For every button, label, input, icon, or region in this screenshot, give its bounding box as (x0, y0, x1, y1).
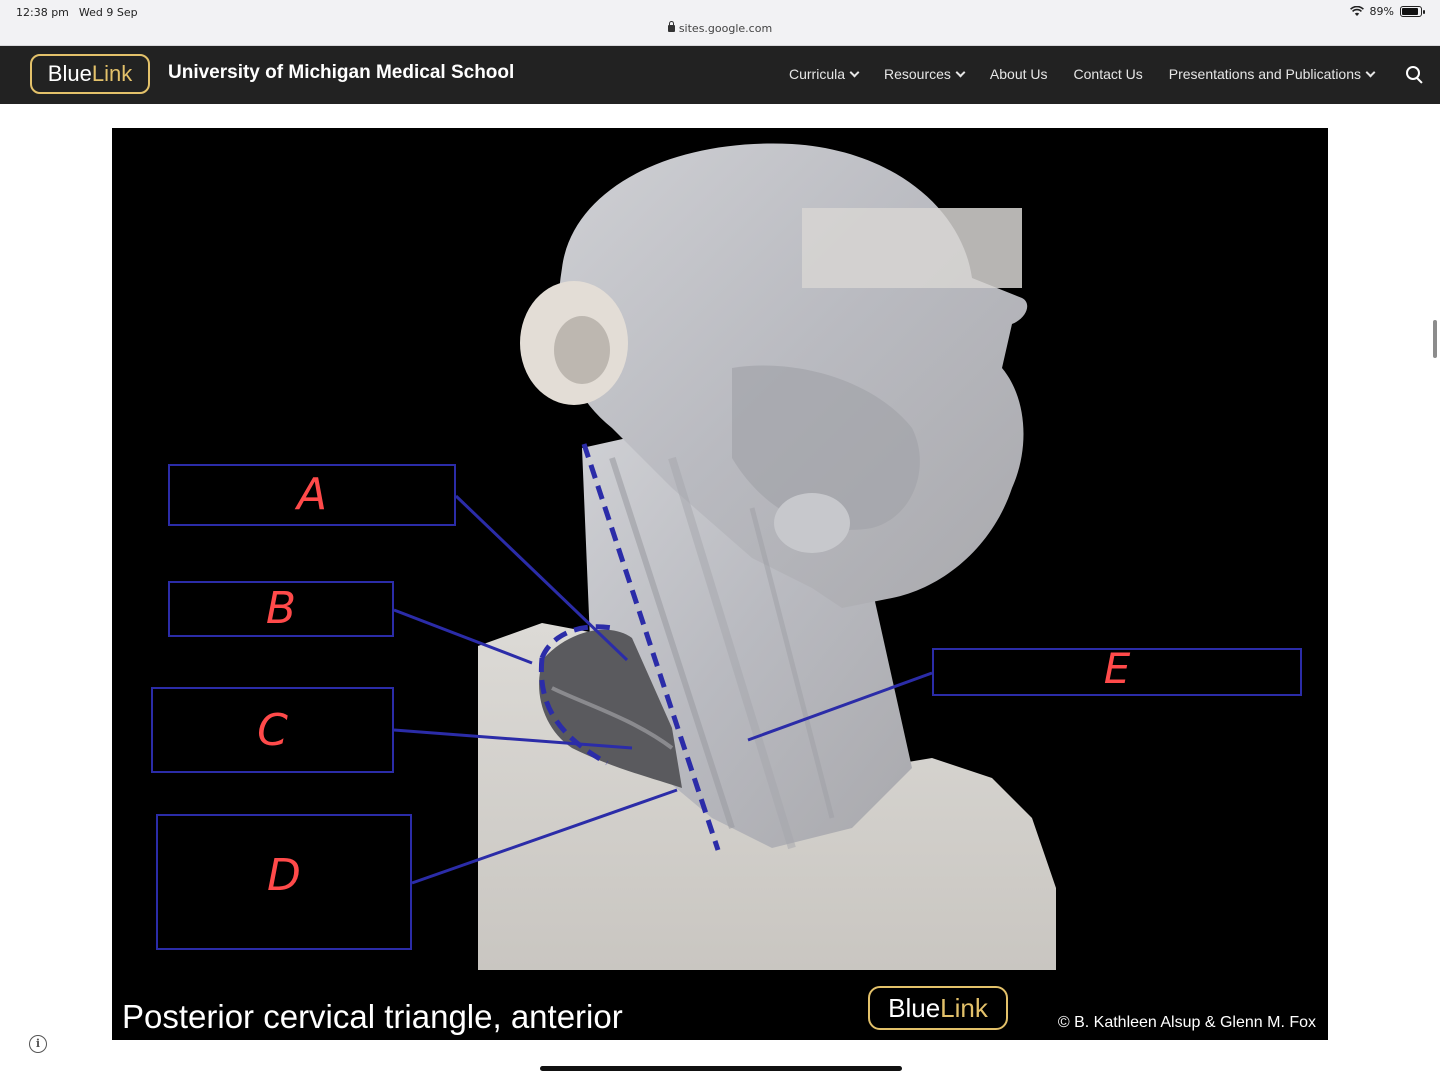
wifi-icon (1349, 6, 1364, 16)
nav-label: About Us (989, 66, 1048, 82)
nav-label: Contact Us (1073, 66, 1143, 82)
label-box-e[interactable]: E (932, 644, 1302, 696)
logo-text-blue: Blue (47, 61, 92, 86)
nav-item-resources[interactable]: Resources (884, 66, 966, 82)
status-date: Wed 9 Sep (78, 6, 138, 19)
copyright-credit: © B. Kathleen Alsup & Glenn M. Fox (1057, 1014, 1316, 1031)
battery-icon (1400, 6, 1425, 17)
label-box-d[interactable]: D (156, 814, 412, 950)
bluelink-watermark: Blue Link (868, 986, 1008, 1030)
chevron-down-icon (955, 67, 966, 77)
address-url: sites.google.com (678, 22, 773, 35)
nav-item-presentations[interactable]: Presentations and Publications (1168, 66, 1376, 82)
lock-icon (667, 21, 675, 32)
watermark-text-blue: Blue (888, 992, 941, 1023)
nav-item-curricula[interactable]: Curricula (788, 66, 860, 82)
label-box-c[interactable]: C (151, 687, 394, 773)
label-letter-a: A (296, 469, 328, 520)
nav-label: Curricula (788, 66, 845, 82)
label-box-a[interactable]: A (168, 464, 456, 526)
figure-caption: Posterior cervical triangle, anterior (122, 998, 623, 1035)
label-letter-e: E (1103, 644, 1131, 693)
address-bar[interactable]: sites.google.com (0, 21, 1440, 35)
nav-item-contact-us[interactable]: Contact Us (1074, 66, 1143, 82)
anatomy-figure: A B C D E Posterior cervical triangle, a… (112, 128, 1328, 1040)
logo-text-link: Link (91, 61, 133, 86)
nav-label: Presentations and Publications (1168, 66, 1361, 82)
home-indicator[interactable] (540, 1066, 902, 1071)
battery-percent: 89% (1369, 5, 1394, 18)
scrollbar-thumb[interactable] (1433, 320, 1437, 358)
label-letter-c: C (257, 705, 288, 756)
status-time-date: 12:38 pm Wed 9 Sep (16, 6, 138, 19)
watermark-text-link: Link (940, 992, 988, 1023)
battery-level (1402, 8, 1419, 15)
status-bar: 12:38 pm Wed 9 Sep sites.google.com 89% (0, 0, 1440, 46)
status-right: 89% (1349, 5, 1425, 18)
label-box-b[interactable]: B (168, 581, 394, 637)
chevron-down-icon (849, 67, 860, 77)
bluelink-logo[interactable]: Blue Link (30, 54, 150, 94)
label-letter-d: D (267, 850, 301, 901)
nav-label: Resources (884, 66, 951, 82)
label-letter-b: B (265, 583, 297, 634)
info-icon[interactable]: i (29, 1035, 47, 1053)
site-title[interactable]: University of Michigan Medical School (168, 62, 514, 84)
nav-menu: Curricula Resources About Us Contact Us … (788, 66, 1376, 82)
nav-item-about-us[interactable]: About Us (990, 66, 1048, 82)
search-icon[interactable] (1406, 66, 1422, 82)
chevron-down-icon (1365, 67, 1376, 77)
site-navbar: Blue Link University of Michigan Medical … (0, 46, 1440, 104)
status-time: 12:38 pm (16, 6, 69, 19)
